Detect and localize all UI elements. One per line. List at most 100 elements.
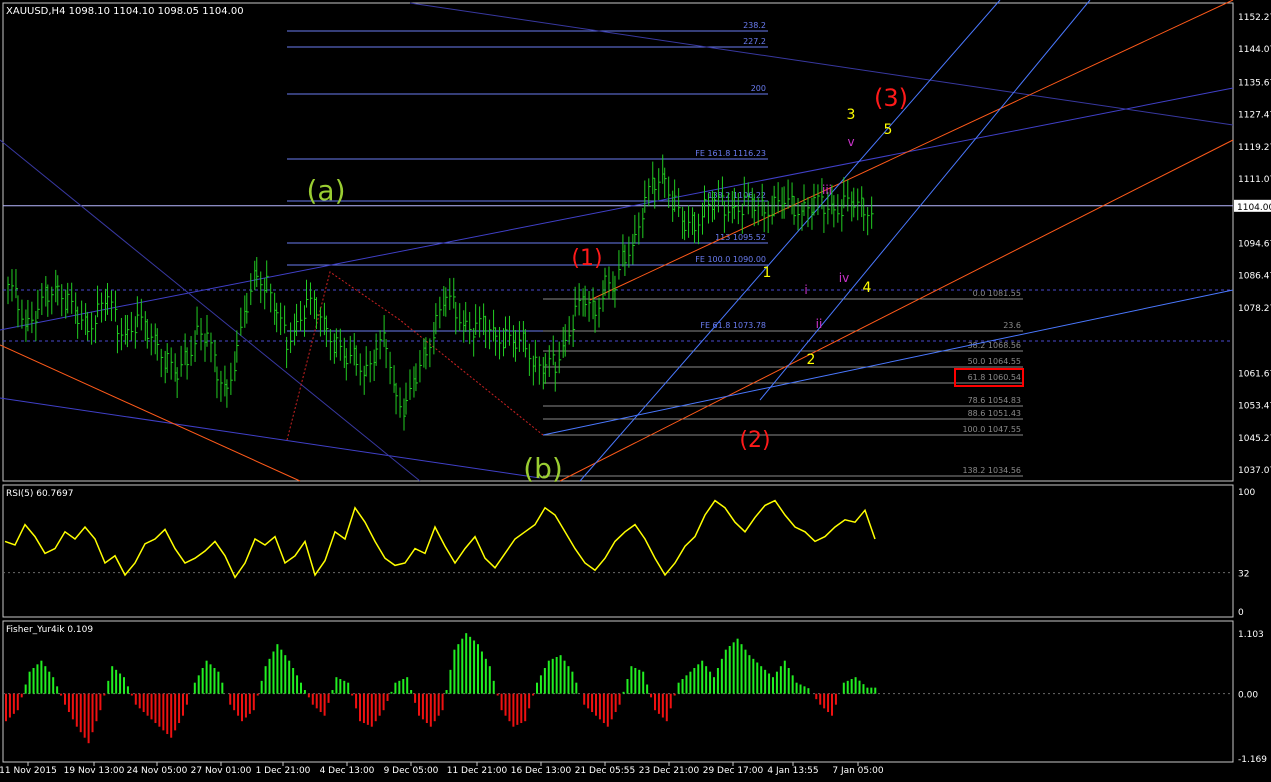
- fisher-bar: [75, 693, 78, 727]
- trend-line[interactable]: [409, 2, 1234, 126]
- trend-line[interactable]: [0, 87, 1234, 331]
- trend-line[interactable]: [0, 397, 541, 479]
- fisher-bar: [480, 651, 483, 694]
- fisher-bar: [241, 693, 243, 722]
- fisher-bar: [64, 693, 66, 705]
- fisher-bar: [319, 693, 322, 713]
- time-axis-label: 23 Dec 21:00: [639, 766, 700, 776]
- fisher-bar: [280, 649, 283, 694]
- fisher-bar: [343, 680, 346, 694]
- fisher-bar: [488, 666, 491, 694]
- fisher-bar: [866, 687, 869, 694]
- fisher-bar: [130, 693, 133, 696]
- trend-line[interactable]: [0, 139, 421, 482]
- price-axis-label: 1135.67: [1238, 78, 1271, 88]
- fisher-bar: [36, 664, 39, 694]
- fisher-bar: [575, 682, 578, 694]
- fisher-bar: [819, 693, 822, 705]
- fisher-bar: [437, 693, 440, 716]
- fisher-bar: [539, 675, 542, 694]
- fib-level-label: 38.2 1068.56: [968, 341, 1021, 350]
- fisher-bar: [496, 693, 499, 696]
- time-axis-label: 16 Dec 13:00: [511, 766, 572, 776]
- fisher-bar: [378, 693, 381, 716]
- fisher-bar: [119, 673, 122, 694]
- fisher-bar: [20, 693, 23, 698]
- fisher-bar: [677, 682, 680, 694]
- fisher-bar: [429, 693, 432, 727]
- trend-line[interactable]: [579, 0, 1001, 482]
- fisher-bar: [158, 693, 161, 727]
- fisher-bar: [768, 673, 771, 694]
- price-axis-label: 1086.47: [1238, 272, 1271, 282]
- fisher-bar: [359, 693, 361, 722]
- wave-label: 1: [763, 265, 772, 281]
- fisher-bar: [146, 693, 149, 716]
- fisher-bar: [217, 671, 220, 694]
- fisher-bar: [807, 688, 810, 694]
- rsi-axis-label: 100: [1238, 488, 1255, 498]
- fisher-bar: [79, 693, 82, 733]
- fisher-bar: [103, 693, 106, 696]
- time-axis-label: 11 Dec 21:00: [447, 766, 508, 776]
- chart-canvas[interactable]: XAUUSD,H4 1098.10 1104.10 1098.05 1104.0…: [0, 0, 1271, 778]
- fisher-bar: [244, 693, 247, 718]
- trend-line[interactable]: [0, 344, 301, 482]
- fib-level-label: FE 100.0 1090.00: [695, 255, 766, 264]
- fisher-bar: [44, 666, 47, 694]
- fisher-bar: [71, 693, 74, 720]
- wave-label: v: [847, 135, 854, 149]
- fisher-bar: [107, 680, 110, 694]
- time-axis-label: 4 Dec 13:00: [320, 766, 375, 776]
- trend-line[interactable]: [759, 0, 1091, 401]
- wave-label: (a): [306, 174, 345, 207]
- fisher-bar: [123, 677, 125, 694]
- fisher-bar: [441, 693, 444, 711]
- fisher-bar: [815, 693, 818, 700]
- price-axis-label: 1119.27: [1238, 143, 1271, 153]
- fisher-bar: [32, 668, 35, 694]
- fisher-bar: [661, 693, 664, 718]
- fisher-bar: [736, 638, 739, 694]
- fib-level-label: 78.6 1054.83: [968, 396, 1021, 405]
- fisher-bar: [547, 660, 550, 694]
- fisher-bar: [760, 666, 763, 694]
- fisher-bar: [390, 691, 393, 694]
- fisher-bar: [339, 679, 342, 694]
- fisher-bar: [154, 693, 157, 724]
- fisher-bar: [83, 693, 86, 738]
- trend-line[interactable]: [559, 139, 1234, 482]
- fisher-bar: [95, 693, 98, 722]
- wave-label: (1): [571, 246, 602, 271]
- fisher-bar: [126, 686, 129, 694]
- fisher-bar: [650, 693, 653, 698]
- fisher-bar: [182, 693, 184, 716]
- fisher-bar: [28, 671, 31, 694]
- fisher-bar: [701, 660, 704, 694]
- fisher-bar: [732, 642, 735, 694]
- fisher-bar: [366, 693, 369, 725]
- fisher-bar: [91, 693, 94, 733]
- fisher-bar: [524, 693, 527, 722]
- fisher-bar: [237, 693, 240, 716]
- fisher-bar: [752, 658, 755, 694]
- trend-line[interactable]: [542, 289, 1234, 436]
- fisher-bar: [272, 651, 275, 694]
- fisher-bar: [418, 693, 420, 716]
- fisher-bar: [551, 658, 554, 694]
- fisher-bar: [827, 693, 830, 713]
- fisher-bar: [221, 682, 224, 694]
- fib-level-label: FE 61.8 1073.78: [700, 321, 766, 330]
- rsi-line: [4, 499, 876, 579]
- fisher-bar: [669, 693, 672, 709]
- fisher-bar: [300, 682, 302, 694]
- zigzag-line: [286, 271, 544, 441]
- fisher-bar: [791, 675, 794, 694]
- fisher-bar: [504, 693, 507, 716]
- fisher-bar: [174, 693, 177, 731]
- fib-level-label: 227.2: [743, 37, 766, 46]
- chart-window[interactable]: XAUUSD,H4 1098.10 1104.10 1098.05 1104.0…: [0, 0, 1271, 778]
- fisher-bar: [740, 644, 743, 694]
- trend-line[interactable]: [589, 0, 1234, 301]
- fisher-bar: [453, 649, 456, 694]
